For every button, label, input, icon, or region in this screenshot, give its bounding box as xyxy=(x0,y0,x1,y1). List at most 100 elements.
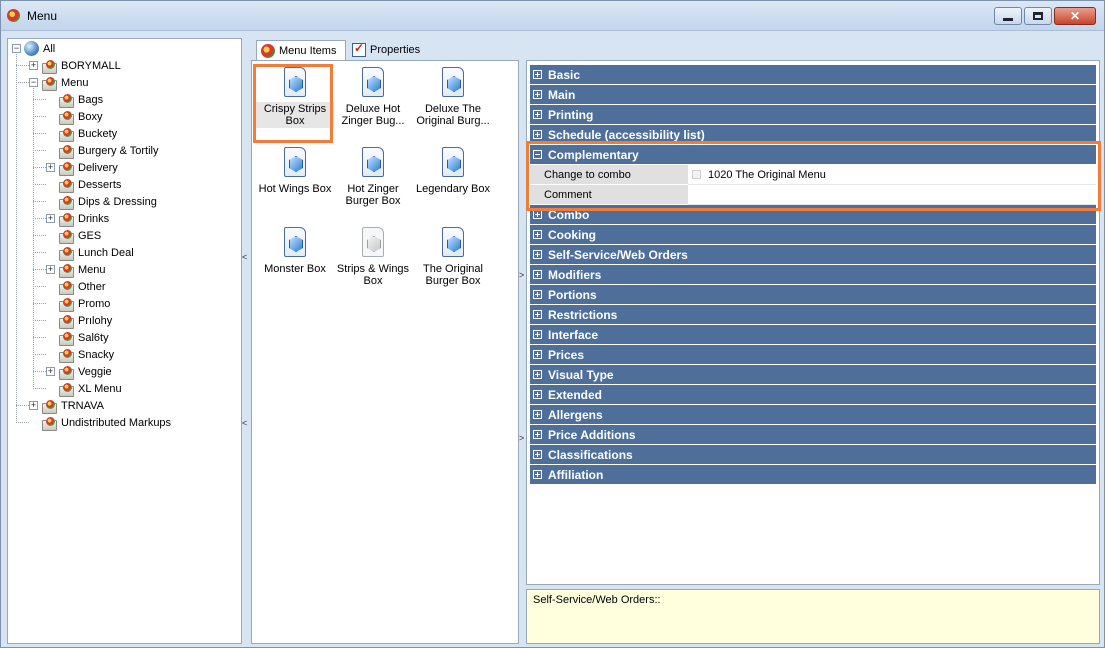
tree-item[interactable]: Dips & Dressing xyxy=(46,193,157,210)
property-category[interactable]: Portions xyxy=(530,285,1096,304)
collapse-left-arrow-icon[interactable]: < xyxy=(242,252,247,262)
menu-item-tile[interactable]: Monster Box xyxy=(256,227,334,276)
property-category[interactable]: Schedule (accessibility list) xyxy=(530,125,1096,144)
property-row[interactable]: Comment xyxy=(530,185,1096,205)
menu-item-tile[interactable]: Hot Zinger Burger Box xyxy=(334,147,412,208)
tree-item[interactable]: XL Menu xyxy=(46,380,122,397)
menu-item-tile[interactable]: Hot Wings Box xyxy=(256,147,334,196)
expand-right-arrow-icon[interactable]: > xyxy=(519,433,524,443)
tree-item[interactable]: Undistributed Markups xyxy=(29,414,171,431)
expand-icon[interactable] xyxy=(533,310,542,319)
property-category[interactable]: Combo xyxy=(530,205,1096,224)
left-splitter[interactable]: < < xyxy=(242,38,247,644)
expand-icon[interactable]: + xyxy=(46,367,55,376)
expand-icon[interactable] xyxy=(533,470,542,479)
property-row[interactable]: Change to combo 1020 The Original Menu xyxy=(530,165,1096,185)
tree-line xyxy=(16,422,29,423)
expand-icon[interactable] xyxy=(533,350,542,359)
expand-icon[interactable]: + xyxy=(29,401,38,410)
minimize-button[interactable] xyxy=(994,7,1022,25)
property-category[interactable]: Self-Service/Web Orders xyxy=(530,245,1096,264)
expand-icon[interactable]: + xyxy=(29,61,38,70)
menu-item-tile[interactable]: Strips & Wings Box xyxy=(334,227,412,288)
category-label: Modifiers xyxy=(548,267,602,282)
expand-icon[interactable] xyxy=(533,410,542,419)
collapse-left-arrow-icon[interactable]: < xyxy=(242,418,247,428)
maximize-button[interactable] xyxy=(1024,7,1052,25)
menu-item-tile[interactable]: Crispy Strips Box xyxy=(256,67,334,128)
tree-item[interactable]: − Menu xyxy=(29,74,89,91)
expand-icon[interactable] xyxy=(533,70,542,79)
expand-icon[interactable] xyxy=(533,250,542,259)
property-category[interactable]: Basic xyxy=(530,65,1096,84)
tree-item[interactable]: Boxy xyxy=(46,108,102,125)
tree-item[interactable]: + Veggie xyxy=(46,363,112,380)
collapse-icon[interactable] xyxy=(533,150,542,159)
right-splitter[interactable]: > > xyxy=(519,38,524,644)
property-category[interactable]: Main xyxy=(530,85,1096,104)
checkbox[interactable] xyxy=(692,170,701,179)
expand-icon[interactable] xyxy=(533,330,542,339)
property-category[interactable]: Cooking xyxy=(530,225,1096,244)
tree-item[interactable]: Bags xyxy=(46,91,103,108)
tree-item[interactable]: Sal6ty xyxy=(46,329,109,346)
tab-properties[interactable]: Properties xyxy=(348,40,434,60)
menu-item-tile[interactable]: The Original Burger Box xyxy=(414,227,492,288)
expand-icon[interactable] xyxy=(533,130,542,139)
property-category[interactable]: Affiliation xyxy=(530,465,1096,484)
tree-item[interactable]: Other xyxy=(46,278,106,295)
menu-item-tile[interactable]: Deluxe The Original Burg... xyxy=(414,67,492,128)
expand-icon[interactable]: + xyxy=(46,265,55,274)
expand-icon[interactable] xyxy=(533,390,542,399)
tree-item[interactable]: − All xyxy=(12,40,55,57)
menu-item-icon xyxy=(284,227,306,257)
property-name: Change to combo xyxy=(530,165,688,185)
property-category[interactable]: Restrictions xyxy=(530,305,1096,324)
close-button[interactable]: ✕ xyxy=(1054,7,1096,25)
property-category[interactable]: Price Additions xyxy=(530,425,1096,444)
property-category[interactable]: Prices xyxy=(530,345,1096,364)
tree-item[interactable]: + BORYMALL xyxy=(29,57,121,74)
property-category[interactable]: Extended xyxy=(530,385,1096,404)
menu-item-tile[interactable]: Deluxe Hot Zinger Bug... xyxy=(334,67,412,128)
tree-item[interactable]: + Drinks xyxy=(46,210,109,227)
expand-icon[interactable] xyxy=(533,230,542,239)
tree-item[interactable]: Burgery & Tortily xyxy=(46,142,159,159)
expand-icon[interactable] xyxy=(533,450,542,459)
expand-icon[interactable] xyxy=(533,110,542,119)
category-label: Visual Type xyxy=(548,367,614,382)
collapse-icon[interactable]: − xyxy=(12,44,21,53)
tree-item[interactable]: Snacky xyxy=(46,346,114,363)
property-category[interactable]: Visual Type xyxy=(530,365,1096,384)
expand-icon[interactable]: + xyxy=(46,214,55,223)
property-value[interactable]: 1020 The Original Menu xyxy=(688,165,1096,185)
menu-tree[interactable]: − All + BORYMALL − Menu Bags Boxy Buckety Burgery… xyxy=(7,38,242,644)
expand-icon[interactable] xyxy=(533,90,542,99)
menu-item-tile[interactable]: Legendary Box xyxy=(414,147,492,196)
tree-item[interactable]: + Menu xyxy=(46,261,106,278)
tree-item[interactable]: Prılohy xyxy=(46,312,112,329)
tree-item[interactable]: Lunch Deal xyxy=(46,244,134,261)
collapse-icon[interactable]: − xyxy=(29,78,38,87)
property-category[interactable]: Classifications xyxy=(530,445,1096,464)
tree-item[interactable]: Desserts xyxy=(46,176,121,193)
tree-item[interactable]: + Delivery xyxy=(46,159,118,176)
tab-menu-items[interactable]: Menu Items xyxy=(256,40,346,60)
expand-right-arrow-icon[interactable]: > xyxy=(519,270,524,280)
expand-icon[interactable]: + xyxy=(46,163,55,172)
property-value[interactable] xyxy=(688,185,1096,205)
property-category[interactable]: Allergens xyxy=(530,405,1096,424)
property-category[interactable]: Printing xyxy=(530,105,1096,124)
tree-item[interactable]: + TRNAVA xyxy=(29,397,104,414)
tree-item[interactable]: GES xyxy=(46,227,101,244)
expand-icon[interactable] xyxy=(533,290,542,299)
expand-icon[interactable] xyxy=(533,210,542,219)
property-category[interactable]: Interface xyxy=(530,325,1096,344)
tree-item[interactable]: Buckety xyxy=(46,125,117,142)
expand-icon[interactable] xyxy=(533,430,542,439)
expand-icon[interactable] xyxy=(533,370,542,379)
property-category[interactable]: Complementary xyxy=(530,145,1096,164)
property-category[interactable]: Modifiers xyxy=(530,265,1096,284)
expand-icon[interactable] xyxy=(533,270,542,279)
tree-item[interactable]: Promo xyxy=(46,295,110,312)
